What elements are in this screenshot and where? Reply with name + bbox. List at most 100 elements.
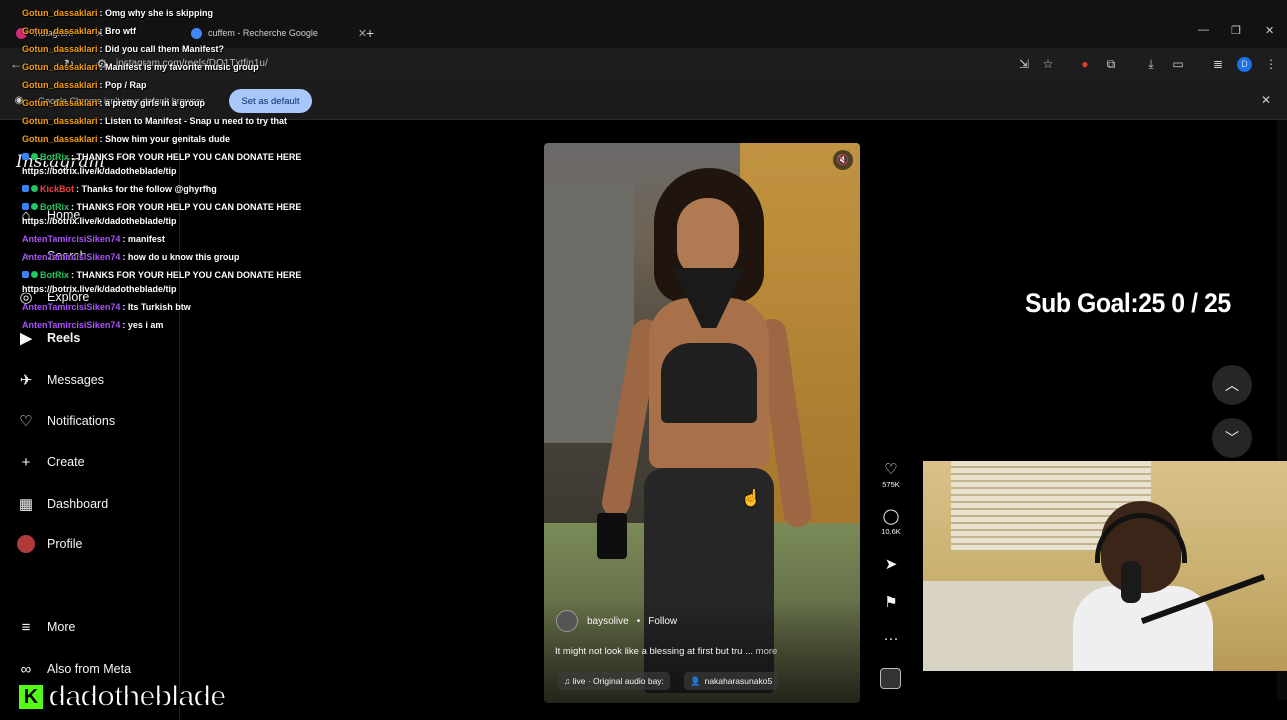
chat-text: : THANKS FOR YOUR HELP YOU CAN DONATE HE… xyxy=(71,202,302,212)
chat-text: : manifest xyxy=(122,234,165,244)
chat-text: : Listen to Manifest - Snap u need to tr… xyxy=(99,116,288,126)
share-button[interactable]: ➤ xyxy=(876,555,906,573)
chat-username: AntenTamircisiSiken74 xyxy=(22,302,121,312)
kebab-menu-icon[interactable]: ⋮ xyxy=(1264,57,1278,71)
chat-username: BotRix xyxy=(40,152,69,162)
share-icon: ➤ xyxy=(884,556,898,573)
extension-red-icon[interactable]: ● xyxy=(1078,57,1092,71)
audio-attribution[interactable]: ♫ live · Original audio bay: xyxy=(558,672,670,690)
reel-caption: It might not look like a blessing at fir… xyxy=(555,646,777,657)
set-as-default-button[interactable]: Set as default xyxy=(229,89,312,113)
chat-username: BotRix xyxy=(40,202,69,212)
verified-badge-icon xyxy=(31,271,38,278)
chat-message: AntenTamircisiSiken74: manifest xyxy=(22,234,165,244)
sidebar-item-create[interactable]: + Create xyxy=(16,450,85,474)
chat-message: KickBot: Thanks for the follow @ghyrfhg xyxy=(22,184,217,194)
chat-message: AntenTamircisiSiken74: yes i am xyxy=(22,320,163,330)
sidebar-item-messages[interactable]: ✈ Messages xyxy=(16,368,104,392)
menu-icon: ≡ xyxy=(21,618,31,636)
like-button[interactable]: ♡ 575K xyxy=(876,460,906,489)
more-options-button[interactable]: ··· xyxy=(876,630,906,647)
caption-more-link[interactable]: more xyxy=(756,646,778,657)
chat-message: BotRix: THANKS FOR YOUR HELP YOU CAN DON… xyxy=(22,202,301,212)
install-icon[interactable]: ⇲ xyxy=(1017,57,1031,71)
save-button[interactable]: ⚑ xyxy=(876,593,906,611)
sidebar-item-label: More xyxy=(47,620,76,634)
webcam-overlay xyxy=(923,461,1287,671)
microphone xyxy=(1121,561,1141,603)
sidebar-item-dashboard[interactable]: ▦ Dashboard xyxy=(16,492,108,516)
tab-google[interactable]: cuffem - Recherche Google ✕ xyxy=(191,22,367,44)
chat-message: BotRix: THANKS FOR YOUR HELP YOU CAN DON… xyxy=(22,270,301,280)
chat-message: https://botrix.live/k/dadotheblade/tip xyxy=(22,284,177,294)
tagged-user[interactable]: 👤 nakaharasunako5 xyxy=(684,672,779,690)
chat-username: Gotun_dassaklari xyxy=(22,62,98,72)
google-favicon-icon xyxy=(191,27,202,39)
chat-username: Gotun_dassaklari xyxy=(22,80,98,90)
profile-avatar[interactable]: D xyxy=(1237,57,1252,72)
chat-text: : how do u know this group xyxy=(122,252,240,262)
chat-text: : Bro wtf xyxy=(99,26,137,36)
chat-message: BotRix: THANKS FOR YOUR HELP YOU CAN DON… xyxy=(22,152,301,162)
download-icon[interactable]: ⤓ xyxy=(1144,57,1158,72)
new-tab-button[interactable]: + xyxy=(366,22,374,44)
chat-text: : Did you call them Manifest? xyxy=(99,44,225,54)
chat-text: https://botrix.live/k/dadotheblade/tip xyxy=(22,166,177,176)
chat-text: : a pretty girls in a group xyxy=(99,98,206,108)
chat-message: Gotun_dassaklari: a pretty girls in a gr… xyxy=(22,98,205,108)
chat-text: : Show him your genitals dude xyxy=(99,134,231,144)
cast-icon[interactable]: ▭ xyxy=(1171,57,1185,71)
back-icon[interactable]: ← xyxy=(9,57,23,71)
chevron-down-icon: ﹀ xyxy=(1225,430,1239,446)
chat-text: : Manifest is my favorite music group xyxy=(99,62,259,72)
sidebar-item-label: Dashboard xyxy=(47,497,109,511)
chat-username: Gotun_dassaklari xyxy=(22,134,98,144)
chat-message: https://botrix.live/k/dadotheblade/tip xyxy=(22,166,177,176)
sidebar-item-label: Also from Meta xyxy=(47,662,132,676)
chat-message: Gotun_dassaklari: Manifest is my favorit… xyxy=(22,62,259,72)
verified-badge-icon xyxy=(31,153,38,160)
close-window-icon[interactable]: ✕ xyxy=(1265,24,1274,37)
chat-message: https://botrix.live/k/dadotheblade/tip xyxy=(22,216,177,226)
reels-icon: ▶ xyxy=(20,330,32,347)
author-avatar[interactable] xyxy=(556,610,578,632)
media-icon[interactable]: ≣ xyxy=(1211,57,1225,71)
chat-message: Gotun_dassaklari: Bro wtf xyxy=(22,26,136,36)
chat-message: AntenTamircisiSiken74: how do u know thi… xyxy=(22,252,239,262)
mouse-cursor-icon: ☝ xyxy=(741,490,761,507)
chat-message: AntenTamircisiSiken74: Its Turkish btw xyxy=(22,302,191,312)
chat-message: Gotun_dassaklari: Omg why she is skippin… xyxy=(22,8,213,18)
chat-username: Gotun_dassaklari xyxy=(22,98,98,108)
reel-author: baysolive • Follow xyxy=(556,610,677,632)
previous-reel-button[interactable]: ︿ xyxy=(1212,365,1252,405)
bot-badge-icon xyxy=(22,185,29,192)
bot-badge-icon xyxy=(22,271,29,278)
kick-logo-icon: K xyxy=(16,682,46,712)
chat-text: : Thanks for the follow @ghyrfhg xyxy=(76,184,217,194)
restore-icon[interactable]: ❐ xyxy=(1231,24,1241,37)
chat-username: KickBot xyxy=(40,184,75,194)
ellipsis-icon: ··· xyxy=(883,630,899,647)
chat-username: AntenTamircisiSiken74 xyxy=(22,234,121,244)
sidebar-item-notifications[interactable]: ♡ Notifications xyxy=(16,409,115,433)
dashboard-icon: ▦ xyxy=(18,496,34,513)
audio-thumbnail[interactable] xyxy=(880,668,901,689)
follow-button[interactable]: Follow xyxy=(648,614,677,629)
extensions-icon[interactable]: ⧉ xyxy=(1104,57,1118,72)
sidebar-item-more[interactable]: ≡ More xyxy=(16,615,76,639)
next-reel-button[interactable]: ﹀ xyxy=(1212,418,1252,458)
mute-icon[interactable]: 🔇 xyxy=(833,150,853,170)
infobar-close-icon[interactable]: ✕ xyxy=(1261,93,1271,107)
chat-text: https://botrix.live/k/dadotheblade/tip xyxy=(22,216,177,226)
sidebar-item-label: Reels xyxy=(47,331,81,345)
comment-button[interactable]: ◯ 10.6K xyxy=(876,507,906,536)
bookmark-star-icon[interactable]: ☆ xyxy=(1041,57,1055,71)
comment-count: 10.6K xyxy=(881,527,901,536)
avatar xyxy=(16,534,36,554)
chevron-up-icon: ︿ xyxy=(1225,377,1239,393)
sidebar-item-profile[interactable]: Profile xyxy=(16,532,82,556)
chat-username: Gotun_dassaklari xyxy=(22,44,98,54)
author-name[interactable]: baysolive xyxy=(587,616,629,627)
minimize-icon[interactable]: — xyxy=(1198,24,1209,36)
sidebar-item-also-from-meta[interactable]: ∞ Also from Meta xyxy=(16,657,131,681)
